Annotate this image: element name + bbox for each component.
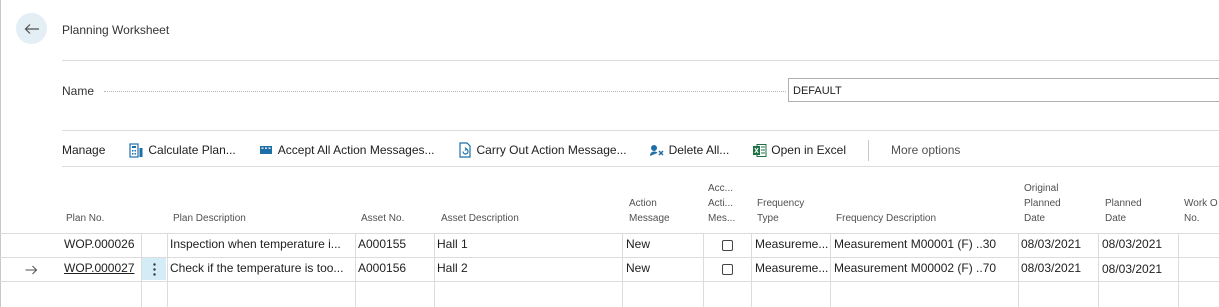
col-header-original-planned-date[interactable]: Original Planned Date: [1024, 181, 1061, 226]
col-header-line: Original: [1024, 183, 1059, 194]
cell-plan-description[interactable]: Inspection when temperature i...: [170, 237, 353, 251]
col-header-plan-no[interactable]: Plan No.: [66, 211, 104, 226]
cell-plan-no[interactable]: WOP.000026: [64, 237, 140, 251]
accept-action-message-checkbox[interactable]: [722, 240, 733, 251]
header-row-border: [0, 233, 1219, 234]
column-border: [622, 233, 623, 307]
column-border: [703, 233, 704, 307]
cell-frequency-type[interactable]: Measureme...: [755, 237, 828, 251]
col-header-frequency-type[interactable]: Frequency Type: [757, 196, 804, 226]
col-header-work-order-no[interactable]: Work O No.: [1184, 196, 1219, 226]
col-header-line: Date: [1105, 213, 1127, 224]
cell-asset-description[interactable]: Hall 1: [437, 237, 620, 251]
col-header-line: Acc...: [708, 183, 734, 194]
column-border: [1098, 233, 1099, 307]
row-border: [0, 257, 1219, 258]
cell-asset-no[interactable]: A000156: [358, 261, 432, 275]
cell-action-message[interactable]: New: [626, 261, 701, 275]
col-header-line: Message: [629, 213, 670, 224]
accept-action-message-checkbox[interactable]: [722, 264, 733, 275]
cell-planned-date[interactable]: 08/03/2021: [1102, 237, 1177, 251]
col-header-line: Type: [757, 213, 779, 224]
col-header-asset-no[interactable]: Asset No.: [361, 211, 404, 226]
col-header-line: Work O: [1184, 198, 1218, 209]
cell-plan-no-link[interactable]: WOP.000027: [64, 261, 140, 275]
arrow-right-icon: [25, 262, 38, 280]
planning-lines-grid: Plan No. Plan Description Asset No. Asse…: [0, 0, 1219, 307]
cell-original-planned-date[interactable]: 08/03/2021: [1021, 261, 1096, 275]
cell-planned-date[interactable]: 08/03/2021: [1102, 262, 1177, 276]
col-header-line: No.: [1184, 213, 1200, 224]
col-header-line: Frequency: [757, 198, 805, 209]
cell-frequency-description[interactable]: Measurement M00001 (F) ..30: [834, 237, 1016, 251]
column-border: [1178, 233, 1179, 307]
row-border: [0, 281, 1219, 282]
col-header-planned-date[interactable]: Planned Date: [1105, 196, 1142, 226]
col-header-plan-description[interactable]: Plan Description: [173, 211, 246, 226]
column-border: [1018, 233, 1019, 307]
col-header-action-message[interactable]: Action Message: [629, 196, 670, 226]
column-border: [751, 233, 752, 307]
col-header-line: Planned: [1024, 198, 1061, 209]
cell-action-message[interactable]: New: [626, 237, 701, 251]
cell-frequency-description[interactable]: Measurement M00002 (F) ..70: [834, 261, 1016, 275]
cell-plan-description[interactable]: Check if the temperature is too...: [170, 261, 353, 275]
col-header-line: Acti...: [708, 198, 734, 209]
row-actions-button[interactable]: [142, 258, 166, 280]
cell-frequency-type[interactable]: Measureme...: [755, 261, 828, 275]
col-header-line: Planned: [1105, 198, 1142, 209]
col-header-line: Action: [629, 198, 657, 209]
col-header-line: Mes...: [708, 213, 736, 224]
col-header-frequency-description[interactable]: Frequency Description: [836, 211, 936, 226]
col-header-asset-description[interactable]: Asset Description: [441, 211, 519, 226]
cell-original-planned-date[interactable]: 08/03/2021: [1021, 237, 1096, 251]
column-border: [830, 233, 831, 307]
column-border: [434, 233, 435, 307]
cell-asset-description[interactable]: Hall 2: [437, 261, 620, 275]
col-header-line: Date: [1024, 213, 1046, 224]
column-border: [167, 233, 168, 307]
kebab-menu-icon: [152, 262, 156, 276]
column-border: [355, 233, 356, 307]
cell-asset-no[interactable]: A000155: [358, 237, 432, 251]
col-header-accept-action-message[interactable]: Acc... Acti... Mes...: [708, 181, 735, 226]
